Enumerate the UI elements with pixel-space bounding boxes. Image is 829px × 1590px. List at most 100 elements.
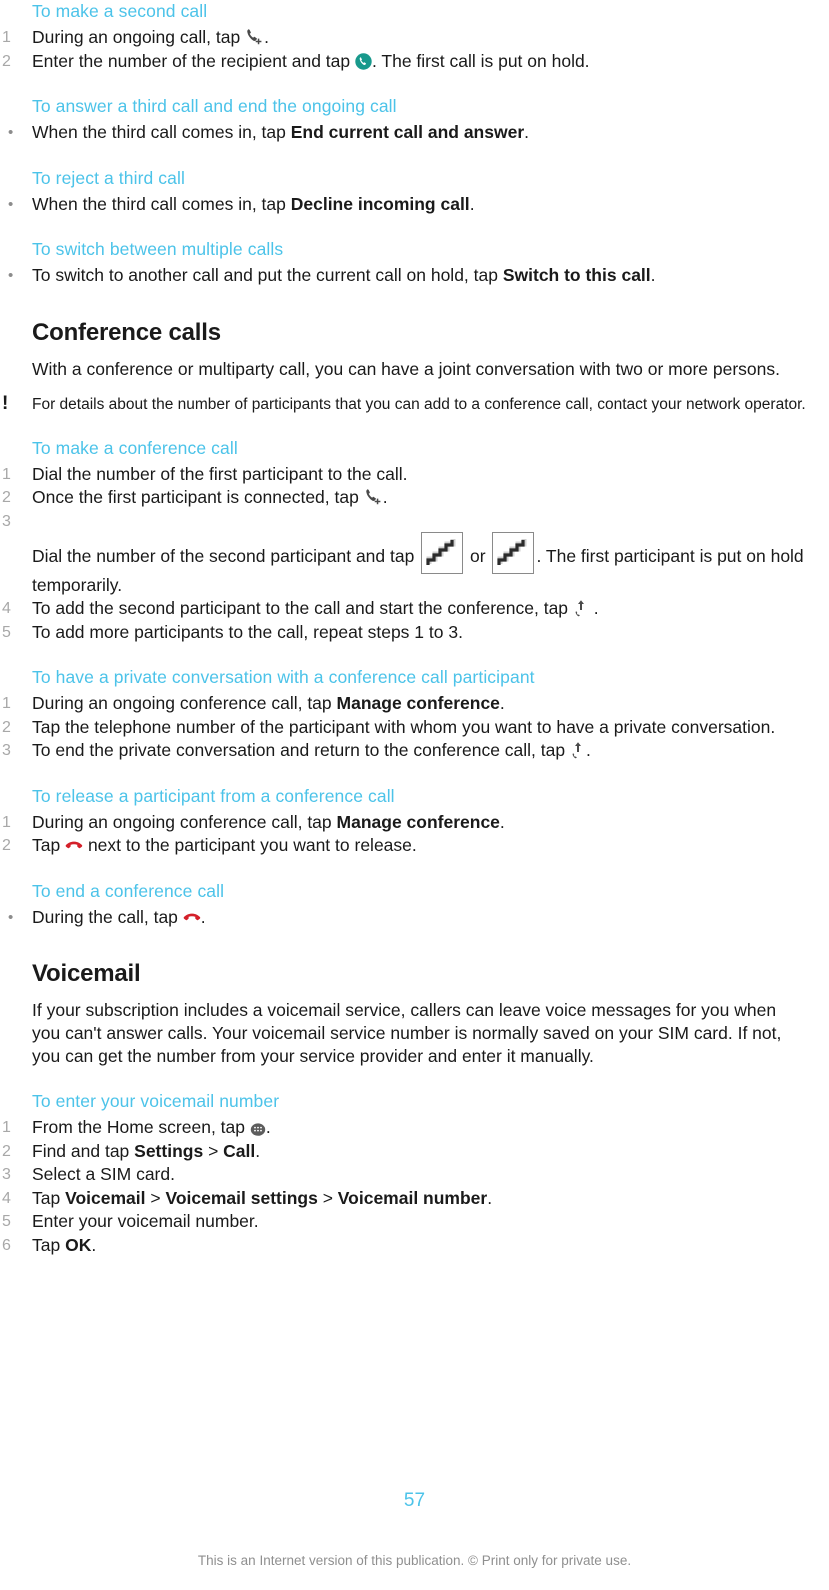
- list-item: 1 From the Home screen, tap .: [0, 1116, 817, 1140]
- broken-image-placeholder-icon: [492, 531, 535, 574]
- step-marker: 1: [2, 465, 11, 483]
- list-item: 1 Dial the number of the first participa…: [0, 463, 817, 487]
- bullet-marker: •: [8, 267, 14, 284]
- call-button-icon: [355, 52, 372, 70]
- step-text: Select a SIM card.: [32, 1164, 175, 1184]
- end-call-icon: [183, 910, 201, 926]
- step-text: Dial the number of the first participant…: [32, 463, 408, 484]
- step-text: Enter your voicemail number.: [32, 1211, 259, 1231]
- step-text-after: .: [487, 1187, 493, 1208]
- steps-reject-third-call: • When the third call comes in, tap Decl…: [0, 193, 817, 217]
- step-marker: 6: [2, 1236, 11, 1254]
- ui-label: Settings: [134, 1140, 204, 1161]
- note-block: ! For details about the number of partic…: [0, 392, 817, 415]
- voicemail-intro: If your subscription includes a voicemai…: [32, 1000, 782, 1066]
- list-item: 5 To add more participants to the call, …: [0, 621, 817, 645]
- ui-label: Call: [223, 1140, 256, 1161]
- step-text: During an ongoing conference call, tap: [32, 693, 337, 713]
- step-text: Tap the telephone number of the particip…: [32, 716, 776, 737]
- page-number: 57: [403, 1490, 426, 1511]
- procedure-heading-make-conference-call: To make a conference call: [32, 437, 238, 458]
- bullet-marker: •: [8, 124, 14, 141]
- steps-enter-voicemail-number: 1 From the Home screen, tap . 2 Find and…: [0, 1116, 817, 1257]
- step-marker: 1: [2, 29, 11, 46]
- step-text-after: .: [499, 693, 505, 713]
- end-call-icon: [65, 838, 83, 854]
- step-text-after: .: [265, 1117, 271, 1137]
- merge-call-icon: [573, 599, 589, 617]
- list-item: 1 During an ongoing conference call, tap…: [0, 692, 817, 716]
- steps-make-conference-call: 1 Dial the number of the first participa…: [0, 463, 817, 645]
- step-marker: 1: [2, 695, 11, 712]
- step-text: Find and tap: [32, 1140, 135, 1161]
- step-text: During an ongoing call, tap: [32, 27, 246, 47]
- step-text-after: .: [264, 27, 269, 47]
- list-item: • To switch to another call and put the …: [0, 264, 817, 288]
- list-item: 6 Tap OK.: [0, 1234, 817, 1258]
- add-call-icon: [364, 488, 383, 506]
- steps-private-conversation: 1 During an ongoing conference call, tap…: [0, 692, 817, 763]
- step-text: Tap: [32, 1234, 66, 1255]
- separator: >: [203, 1140, 224, 1161]
- step-marker: 1: [2, 813, 11, 831]
- step-text: During the call, tap: [32, 906, 183, 927]
- ui-label: Manage conference: [336, 811, 500, 832]
- list-item: 4 Tap Voicemail > Voicemail settings > V…: [0, 1187, 817, 1211]
- step-marker: 4: [2, 600, 11, 617]
- ui-label: Voicemail: [65, 1187, 146, 1208]
- step-text-after: .: [382, 487, 388, 507]
- step-text: When the third call comes in, tap: [32, 122, 291, 142]
- step-text-after: .: [585, 740, 591, 760]
- step-text: To add more participants to the call, re…: [32, 621, 463, 642]
- list-item: 2 Enter the number of the recipient and …: [0, 50, 817, 74]
- ui-label: Decline incoming call: [290, 193, 470, 214]
- step-text: To add the second participant to the cal…: [32, 598, 573, 618]
- step-text: During an ongoing conference call, tap: [32, 811, 337, 832]
- ui-label: Manage conference: [336, 693, 500, 713]
- step-marker: 5: [2, 1213, 11, 1230]
- procedure-heading-switch-calls: To switch between multiple calls: [32, 239, 284, 259]
- steps-make-second-call: 1 During an ongoing call, tap . 2 Enter …: [0, 26, 817, 73]
- ui-label: OK: [65, 1234, 92, 1255]
- ui-label: End current call and answer: [290, 122, 525, 142]
- step-text: Enter the number of the recipient and ta…: [32, 50, 355, 71]
- step-marker: 3: [2, 512, 11, 530]
- step-text: When the third call comes in, tap: [32, 193, 291, 214]
- list-item: 3 Select a SIM card.: [0, 1163, 817, 1187]
- step-text-mid: or: [465, 545, 491, 566]
- exclamation-note-icon: !: [2, 392, 9, 414]
- step-text-after: . The first call is put on hold.: [371, 50, 590, 71]
- step-text-after: next to the participant you want to rele…: [83, 835, 417, 855]
- note-text: For details about the number of particip…: [32, 395, 806, 413]
- step-text: To switch to another call and put the cu…: [32, 265, 503, 285]
- merge-call-icon: [570, 741, 586, 759]
- step-text-after: .: [650, 265, 656, 285]
- procedure-heading-end-conference-call: To end a conference call: [32, 880, 225, 901]
- list-item: • When the third call comes in, tap End …: [0, 121, 817, 145]
- step-text-after: .: [200, 906, 206, 927]
- conference-calls-intro: With a conference or multiparty call, yo…: [32, 358, 780, 379]
- app-drawer-icon: [250, 1121, 266, 1136]
- step-marker: 5: [2, 623, 11, 641]
- step-marker: 2: [2, 1142, 11, 1160]
- step-marker: 2: [2, 718, 11, 736]
- step-text-after: .: [469, 193, 475, 214]
- list-item: • During the call, tap .: [0, 906, 817, 930]
- step-marker: 3: [2, 1166, 11, 1183]
- add-call-icon: [245, 28, 264, 46]
- step-text: From the Home screen, tap: [32, 1117, 250, 1137]
- list-item: 2 Tap next to the participant you want t…: [0, 834, 817, 858]
- steps-answer-third-call: • When the third call comes in, tap End …: [0, 121, 817, 145]
- step-marker: 1: [2, 1119, 11, 1136]
- step-text: To end the private conversation and retu…: [32, 740, 570, 760]
- bullet-marker: •: [8, 908, 14, 926]
- procedure-heading-release-participant: To release a participant from a conferen…: [32, 785, 395, 806]
